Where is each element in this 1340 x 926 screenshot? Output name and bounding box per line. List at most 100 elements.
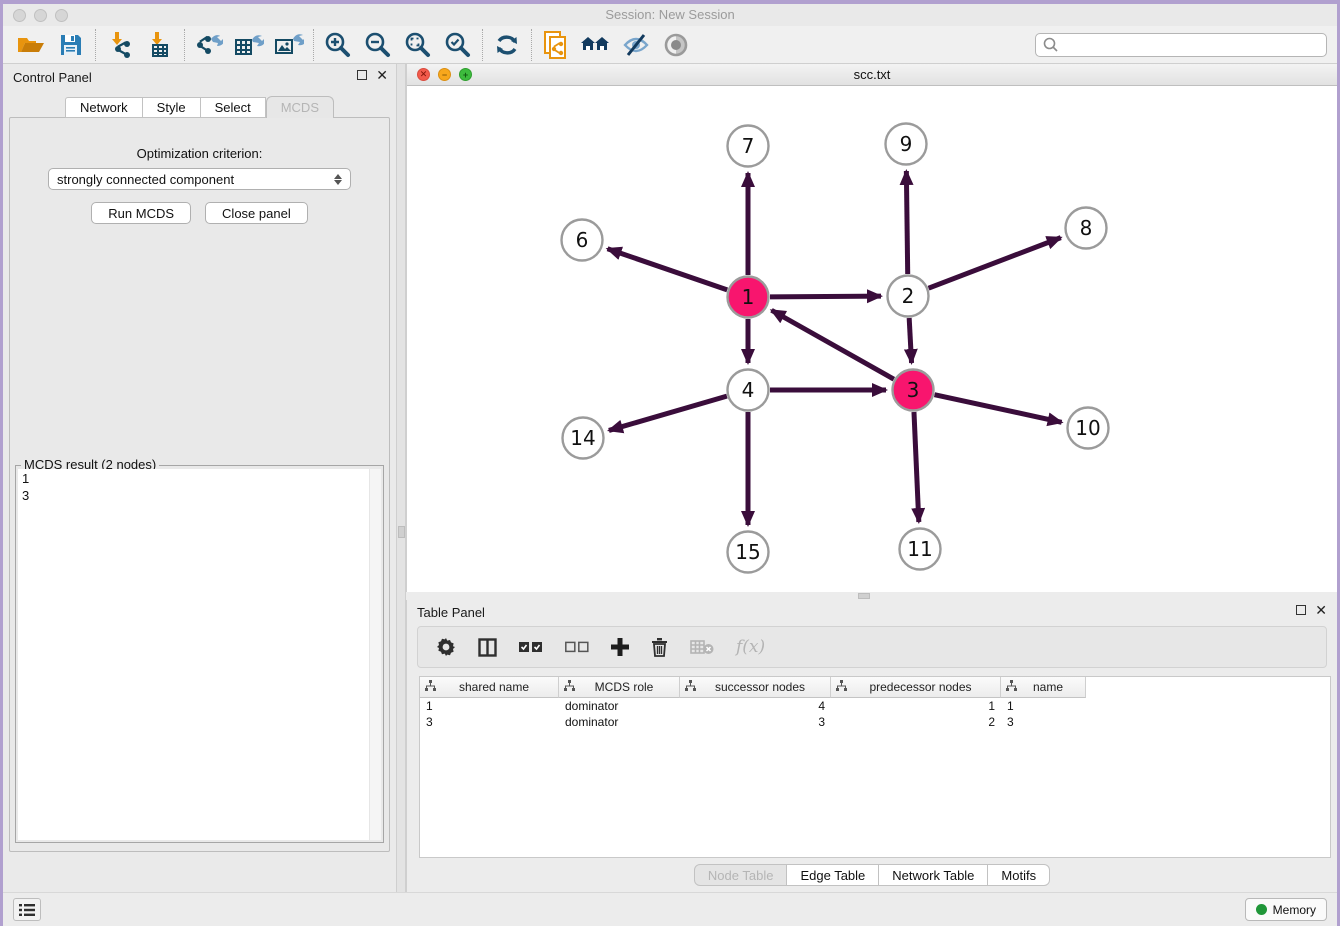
criterion-select[interactable]: strongly connected component [48,168,351,190]
refresh-icon [493,31,521,59]
function-builder-button[interactable]: f(x) [736,637,765,657]
delete-column-button[interactable] [651,637,668,657]
save-session-button[interactable] [51,28,91,62]
import-table-button[interactable] [140,28,180,62]
network-window-titlebar[interactable]: ✕ − + scc.txt [407,64,1337,86]
graph-node-label: 7 [742,134,755,158]
table-cell[interactable]: 3 [1001,715,1086,729]
column-header-label: shared name [436,680,558,694]
export-network-icon [195,31,223,59]
table-tabs: Node Table Edge Table Network Table Moti… [407,864,1337,886]
column-header-name[interactable]: name [1001,677,1086,698]
column-header-successor-nodes[interactable]: successor nodes [680,677,831,698]
delete-table-button-disabled[interactable] [690,639,714,655]
show-columns-button[interactable] [478,638,497,657]
tab-network-table[interactable]: Network Table [879,864,988,886]
clone-network-button[interactable] [536,28,576,62]
column-header-shared-name[interactable]: shared name [420,677,559,698]
column-header-MCDS-role[interactable]: MCDS role [559,677,680,698]
float-panel-icon[interactable] [357,70,367,80]
graph-edge-4-14[interactable] [609,396,727,430]
deselect-all-button[interactable] [565,641,589,653]
tab-edge-table[interactable]: Edge Table [787,864,879,886]
close-panel-icon[interactable]: ✕ [1315,605,1327,615]
column-header-label: MCDS role [575,680,679,694]
search-input[interactable] [1060,35,1326,55]
table-row[interactable]: 1dominator411 [420,698,1330,714]
select-stepper-icon [334,174,342,185]
memory-status-icon [1256,904,1267,915]
float-panel-icon[interactable] [1296,605,1306,615]
column-type-icon [685,680,696,691]
criterion-value: strongly connected component [57,172,234,187]
zoom-fit-icon [404,31,432,59]
tab-network[interactable]: Network [65,97,143,118]
table-cell[interactable]: 3 [680,715,831,729]
open-session-button[interactable] [11,28,51,62]
hide-panel-button[interactable] [616,28,656,62]
task-history-button[interactable] [13,898,41,921]
table-cell[interactable]: dominator [559,715,680,729]
table-settings-button[interactable] [436,637,456,657]
table-cell[interactable]: 4 [680,699,831,713]
refresh-layout-button[interactable] [487,28,527,62]
vertical-split-divider[interactable] [396,64,406,892]
column-header-label: successor nodes [696,680,830,694]
export-image-icon [274,31,304,59]
first-neighbors-button[interactable] [576,28,616,62]
graph-edge-3-10[interactable] [934,395,1061,423]
horizontal-split-divider[interactable] [406,592,1337,600]
graph-edge-3-11[interactable] [914,412,919,522]
graph-edge-2-3[interactable] [909,318,911,363]
node-table: shared name MCDS role successor nodesprede… [419,676,1331,858]
graph-edge-2-9[interactable] [906,171,907,274]
tab-mcds[interactable]: MCDS [266,96,334,118]
mcds-tab-content: Optimization criterion: strongly connect… [9,117,390,852]
select-all-button[interactable] [519,641,543,653]
table-row[interactable]: 3dominator323 [420,714,1330,730]
delete-table-icon [690,639,714,655]
table-cell[interactable]: 2 [831,715,1001,729]
tab-motifs[interactable]: Motifs [988,864,1050,886]
run-mcds-button[interactable]: Run MCDS [91,202,191,224]
graph-node-label: 14 [570,426,595,450]
mcds-result-line: 3 [22,487,365,504]
export-table-button[interactable] [229,28,269,62]
graph-edge-3-1[interactable] [772,310,894,379]
divider-grip[interactable] [858,593,870,599]
create-column-button[interactable] [611,638,629,656]
close-panel-button[interactable]: Close panel [205,202,308,224]
tab-select[interactable]: Select [201,97,266,118]
zoom-selected-button[interactable] [438,28,478,62]
column-header-predecessor-nodes[interactable]: predecessor nodes [831,677,1001,698]
table-cell[interactable]: 1 [420,699,559,713]
result-scrollbar[interactable] [369,469,381,840]
graph-edge-2-8[interactable] [929,238,1061,289]
table-cell[interactable]: 3 [420,715,559,729]
table-cell[interactable]: dominator [559,699,680,713]
table-cell[interactable]: 1 [831,699,1001,713]
window-titlebar[interactable]: Session: New Session [3,4,1337,26]
tab-node-table[interactable]: Node Table [694,864,788,886]
zoom-in-button[interactable] [318,28,358,62]
divider-grip[interactable] [398,526,405,538]
show-panel-button[interactable] [656,28,696,62]
tab-style[interactable]: Style [143,97,201,118]
graph-edge-1-2[interactable] [770,296,881,297]
export-network-button[interactable] [189,28,229,62]
graph-node-label: 3 [907,378,920,402]
zoom-out-button[interactable] [358,28,398,62]
close-panel-icon[interactable]: ✕ [376,70,388,80]
memory-button[interactable]: Memory [1245,898,1327,921]
graph-edge-1-6[interactable] [608,249,728,290]
mcds-result-text[interactable]: 13 [18,469,369,840]
import-network-button[interactable] [100,28,140,62]
network-view-window: ✕ − + scc.txt 7968124314101511 [406,64,1337,592]
zoom-fit-button[interactable] [398,28,438,62]
graph-node-label: 6 [576,228,589,252]
table-cell[interactable]: 1 [1001,699,1086,713]
graph-node-label: 8 [1080,216,1093,240]
network-canvas[interactable]: 7968124314101511 [407,86,1337,592]
eye-slash-icon [621,32,651,58]
export-image-button[interactable] [269,28,309,62]
